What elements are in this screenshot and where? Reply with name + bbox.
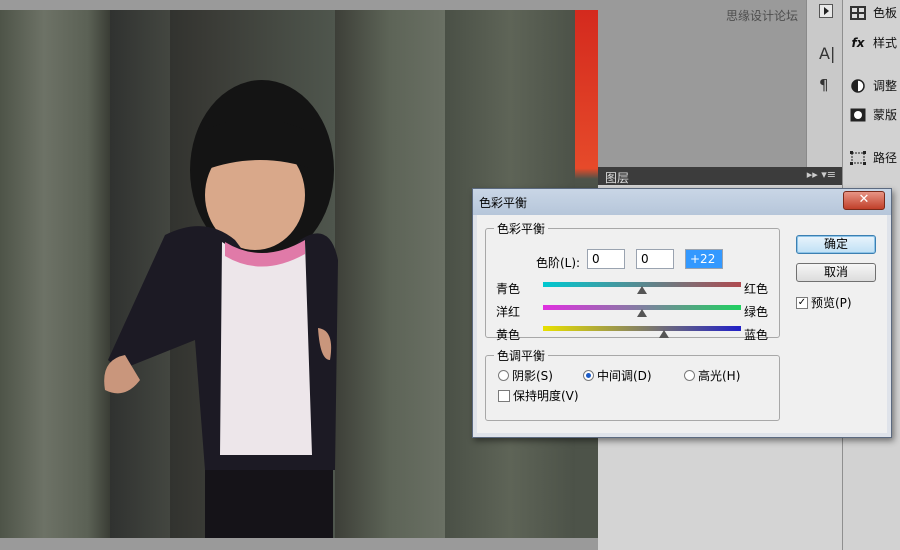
color-balance-group: 色彩平衡 色阶(L): 0 0 +22 青色 红色 洋红 绿色 黄色 蓝色 — [485, 220, 780, 342]
slider-right-label: 绿色 — [744, 305, 769, 319]
group-label: 色调平衡 — [494, 347, 549, 364]
watermark-text: 思缘设计论坛 — [726, 9, 799, 23]
close-button[interactable]: ✕ — [843, 191, 885, 210]
panel-item-label: 色板 — [873, 6, 898, 20]
levels-input-yellow-blue[interactable]: +22 — [685, 249, 723, 269]
play-icon[interactable] — [819, 4, 833, 22]
fx-icon: fx — [851, 35, 865, 50]
workspace: 思缘设计论坛 A| ¶ 色板 fx 样式 调整 蒙版 路径 图层 ▸▸ ▾≡ 色… — [0, 0, 900, 550]
checkbox-indicator: ✓ — [796, 296, 808, 309]
radio-indicator — [583, 370, 594, 381]
panel-item-styles[interactable]: fx 样式 — [849, 34, 898, 51]
radio-midtones[interactable]: 中间调(D) — [583, 367, 652, 384]
group-label: 色彩平衡 — [494, 220, 549, 237]
slider-left-label: 洋红 — [496, 305, 521, 319]
panel-item-paths[interactable]: 路径 — [849, 149, 897, 166]
panel-item-label: 调整 — [873, 79, 898, 93]
swatches-icon — [849, 5, 867, 21]
slider-right-label: 蓝色 — [744, 328, 769, 342]
levels-label: 色阶(L): — [536, 256, 581, 270]
checkbox-label: 保持明度(V) — [513, 389, 579, 403]
yellow-blue-slider[interactable] — [543, 326, 741, 331]
tone-balance-group: 色调平衡 阴影(S) 中间调(D) 高光(H) 保持明度(V) — [485, 347, 780, 421]
slider-left-label: 黄色 — [496, 328, 521, 342]
slider-thumb[interactable] — [637, 286, 647, 294]
radio-indicator — [684, 370, 695, 381]
dialog-title: 色彩平衡 — [479, 196, 528, 210]
panel-item-adjustments[interactable]: 调整 — [849, 77, 897, 94]
radio-shadows[interactable]: 阴影(S) — [498, 367, 553, 384]
levels-input-magenta-green[interactable]: 0 — [636, 249, 674, 269]
radio-label: 阴影(S) — [512, 369, 553, 383]
panel-item-masks[interactable]: 蒙版 — [849, 106, 897, 123]
ok-button[interactable]: 确定 — [796, 235, 876, 254]
slider-thumb[interactable] — [658, 330, 669, 338]
slider-thumb[interactable] — [637, 309, 647, 317]
panel-menu-controls[interactable]: ▸▸ ▾≡ — [807, 168, 836, 181]
preview-checkbox[interactable]: ✓ 预览(P) — [796, 294, 852, 311]
panel-item-label: 样式 — [873, 36, 898, 50]
character-icon[interactable]: A| — [819, 44, 835, 63]
layers-panel-header: 图层 ▸▸ ▾≡ — [598, 167, 842, 185]
dialog-titlebar[interactable]: 色彩平衡 ✕ — [473, 189, 891, 215]
panel-item-label: 蒙版 — [873, 108, 898, 122]
radio-highlights[interactable]: 高光(H) — [684, 367, 740, 384]
levels-input-cyan-red[interactable]: 0 — [587, 249, 625, 269]
color-balance-dialog: 色彩平衡 ✕ 色彩平衡 色阶(L): 0 0 +22 青色 红色 洋红 绿色 黄… — [472, 188, 892, 438]
panel-icon-strip: A| ¶ — [806, 0, 843, 172]
radio-label: 中间调(D) — [597, 369, 652, 383]
paths-icon — [849, 150, 867, 166]
preserve-luminosity-checkbox[interactable]: 保持明度(V) — [498, 387, 579, 404]
mask-icon — [849, 107, 867, 123]
cancel-button[interactable]: 取消 — [796, 263, 876, 282]
checkbox-indicator — [498, 389, 510, 402]
dialog-client: 色彩平衡 色阶(L): 0 0 +22 青色 红色 洋红 绿色 黄色 蓝色 色调… — [477, 215, 887, 433]
radio-indicator — [498, 370, 509, 381]
radio-label: 高光(H) — [698, 369, 741, 383]
paragraph-icon[interactable]: ¶ — [819, 76, 829, 94]
adjustments-icon — [849, 78, 867, 94]
slider-left-label: 青色 — [496, 282, 521, 296]
tab-layers[interactable]: 图层 — [605, 169, 629, 186]
checkbox-label: 预览(P) — [811, 296, 852, 310]
panel-item-label: 路径 — [873, 151, 898, 165]
slider-right-label: 红色 — [744, 282, 769, 296]
panel-item-swatches[interactable]: 色板 — [849, 4, 897, 21]
